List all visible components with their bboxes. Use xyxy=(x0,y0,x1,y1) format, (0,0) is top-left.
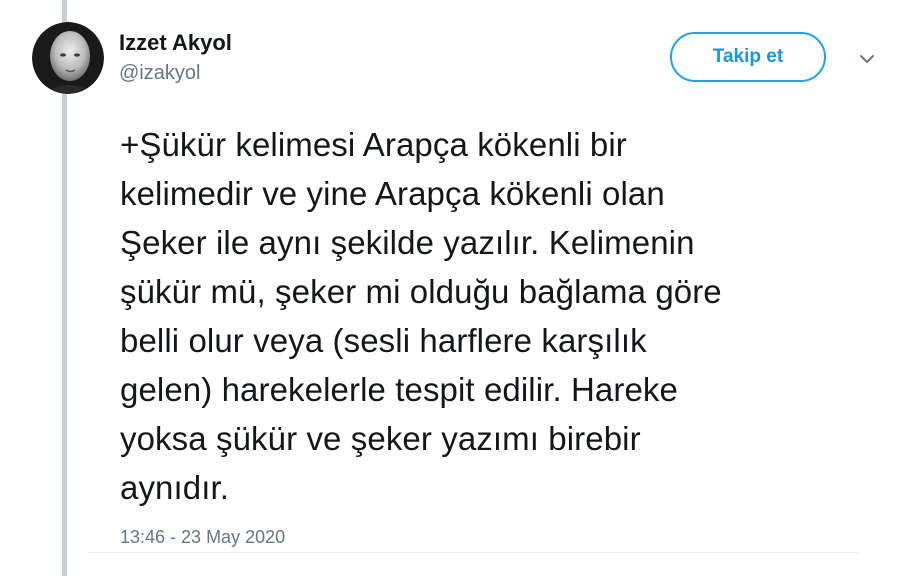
tweet-text: +Şükür kelimesi Arapça kökenli bir kelim… xyxy=(120,126,722,506)
tweet-page: Izzet Akyol @izakyol Takip et +Şükür kel… xyxy=(0,0,900,576)
avatar-photo xyxy=(32,22,104,94)
author-name[interactable]: Izzet Akyol xyxy=(119,30,232,56)
avatar[interactable] xyxy=(32,22,104,94)
chevron-down-icon[interactable] xyxy=(858,50,876,68)
author-info[interactable]: Izzet Akyol @izakyol xyxy=(119,30,232,86)
divider xyxy=(88,552,858,553)
tweet-timestamp[interactable]: 13:46 - 23 May 2020 xyxy=(120,527,285,548)
follow-button[interactable]: Takip et xyxy=(670,32,826,82)
author-handle[interactable]: @izakyol xyxy=(119,60,232,86)
